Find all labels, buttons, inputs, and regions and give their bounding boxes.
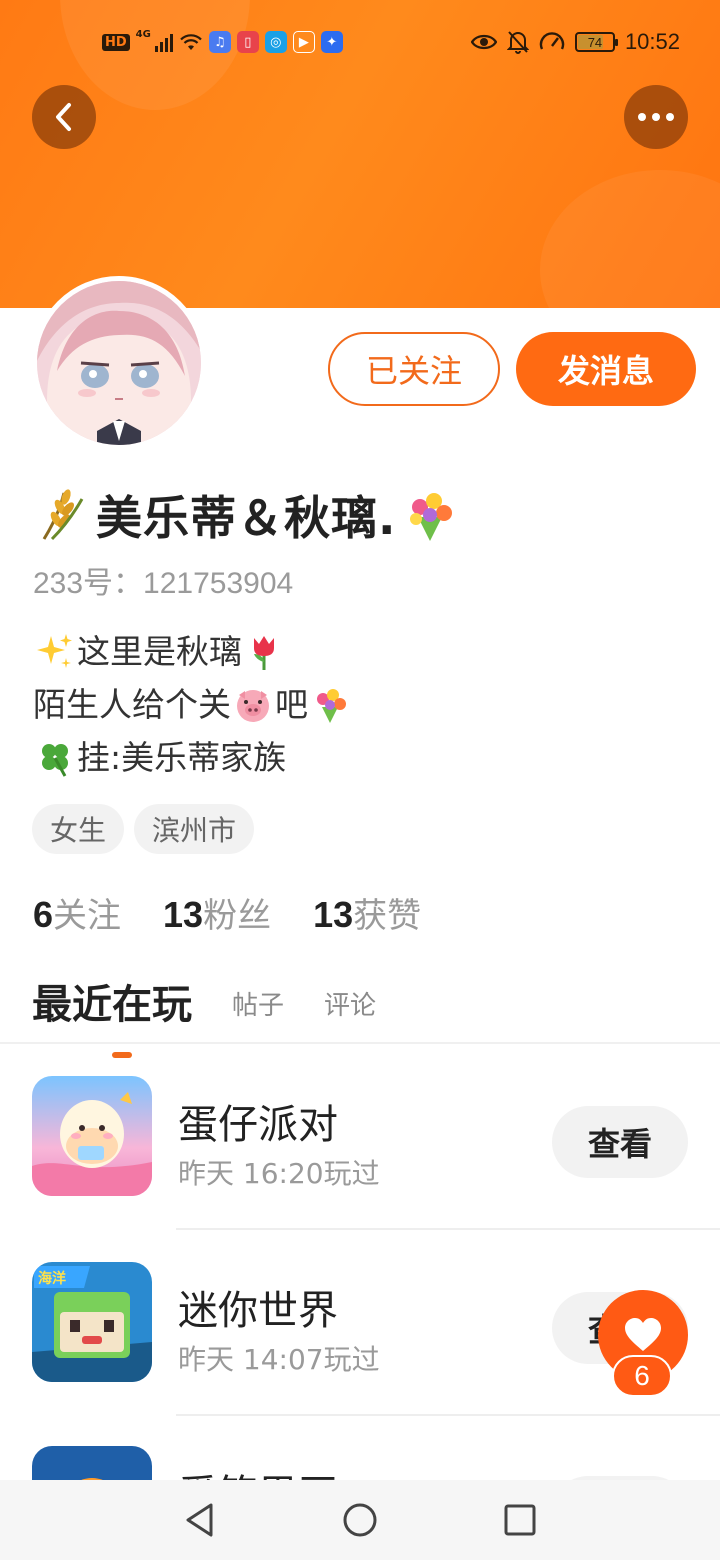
circle-home-icon	[343, 1503, 377, 1537]
bio-line: 挂:美乐蒂家族	[33, 731, 352, 784]
anime-girl-avatar-icon	[37, 281, 201, 445]
tab-posts[interactable]: 帖子	[232, 985, 284, 1030]
eggy-party-game-icon	[32, 1076, 152, 1196]
bouquet-icon	[410, 493, 453, 541]
likes-stat: 13 获赞	[313, 888, 421, 937]
fans-stat[interactable]: 13 粉丝	[163, 888, 271, 937]
profile-name-row: 美乐蒂＆秋璃.	[34, 480, 458, 550]
sparkles-icon	[37, 633, 72, 668]
nav-back-button[interactable]	[180, 1500, 220, 1540]
more-dots-icon	[638, 113, 674, 121]
followed-button[interactable]: 已关注	[328, 332, 500, 406]
profile-name: 美乐蒂＆秋璃.	[96, 491, 397, 545]
bio-text: 陌生人给个关	[33, 685, 231, 724]
stat-label: 关注	[53, 896, 122, 936]
following-stat[interactable]: 6 关注	[33, 888, 121, 937]
bouquet-icon	[317, 688, 346, 723]
eye-icon	[470, 34, 497, 50]
svg-text:海洋: 海洋	[38, 1270, 66, 1286]
profile-stats: 6 关注 13 粉丝 13 获赞	[33, 888, 421, 937]
bio-line: 陌生人给个关 吧	[33, 678, 352, 731]
pig-icon	[237, 689, 269, 722]
like-count-badge: 6	[612, 1355, 672, 1397]
status-right: 74 10:52	[470, 28, 680, 56]
game-list-item[interactable]: 蛋仔派对 昨天 16:20玩过 查看	[0, 1044, 720, 1230]
banner-decoration	[540, 170, 720, 308]
clock: 10:52	[624, 29, 680, 54]
back-button[interactable]	[32, 85, 96, 149]
game-name: 蛋仔派对	[178, 1102, 338, 1148]
status-bar: HD 4G ♫ ▯ ◎ ▶ ✦ 74 10:52	[0, 0, 720, 84]
view-game-button[interactable]: 查看	[552, 1106, 688, 1178]
bio-line: 这里是秋璃	[33, 625, 352, 678]
triangle-back-icon	[186, 1503, 213, 1537]
last-played-time: 昨天 16:20玩过	[178, 1157, 380, 1190]
tab-recently-played[interactable]: 最近在玩	[32, 972, 192, 1058]
search-app-icon: ◎	[264, 31, 287, 53]
stat-number: 13	[163, 894, 204, 935]
tab-label: 最近在玩	[32, 982, 192, 1028]
game-name: 迷你世界	[178, 1288, 338, 1334]
send-message-button[interactable]: 发消息	[516, 332, 696, 406]
wifi-icon	[180, 34, 202, 50]
profile-bio: 这里是秋璃 陌生人给个关 吧 挂:美乐蒂家族	[33, 625, 352, 784]
bio-text: 挂:美乐蒂家族	[77, 738, 287, 777]
book-app-icon: ▯	[236, 31, 259, 53]
heart-icon	[625, 1318, 661, 1351]
video-app-icon: ▶	[292, 31, 315, 53]
profile-tags: 女生 滨州市	[32, 804, 255, 854]
mini-world-game-icon: 海洋	[32, 1262, 152, 1382]
mute-bell-icon	[506, 31, 529, 54]
hd-indicator: HD	[102, 33, 130, 51]
location-tag: 滨州市	[134, 804, 255, 854]
signal-icon	[154, 32, 173, 52]
bulb-app-icon: ✦	[320, 31, 343, 53]
game-icon	[32, 1076, 152, 1196]
network-type: 4G	[135, 28, 151, 40]
tab-comments[interactable]: 评论	[324, 985, 376, 1030]
avatar[interactable]	[32, 276, 206, 450]
game-icon: 海洋	[32, 1262, 152, 1382]
battery-level-text: 74	[587, 34, 603, 50]
system-nav-bar	[0, 1480, 720, 1560]
profile-tabs: 最近在玩 帖子 评论	[32, 972, 376, 1058]
music-app-icon: ♫	[208, 31, 231, 53]
last-played-time: 昨天 14:07玩过	[178, 1343, 380, 1376]
stat-number: 6	[33, 894, 54, 935]
stat-number: 13	[313, 894, 354, 935]
bio-text: 这里是秋璃	[77, 632, 242, 671]
user-id: 233号：121753904	[33, 567, 294, 600]
tulip-icon	[254, 635, 274, 670]
speed-icon	[539, 32, 565, 50]
gender-tag: 女生	[32, 804, 125, 854]
nav-recents-button[interactable]	[500, 1500, 540, 1540]
avatar-image	[37, 281, 201, 445]
clover-icon	[42, 743, 68, 777]
battery-icon: 74	[574, 32, 618, 52]
more-options-button[interactable]	[624, 85, 688, 149]
bio-text: 吧	[275, 685, 308, 724]
nav-home-button[interactable]	[340, 1500, 380, 1540]
square-recents-icon	[504, 1504, 536, 1536]
status-left: HD 4G ♫ ▯ ◎ ▶ ✦	[102, 28, 343, 56]
chevron-left-icon	[56, 103, 71, 131]
wheat-icon	[42, 489, 84, 541]
stat-label: 获赞	[353, 896, 422, 936]
stat-label: 粉丝	[203, 896, 272, 936]
